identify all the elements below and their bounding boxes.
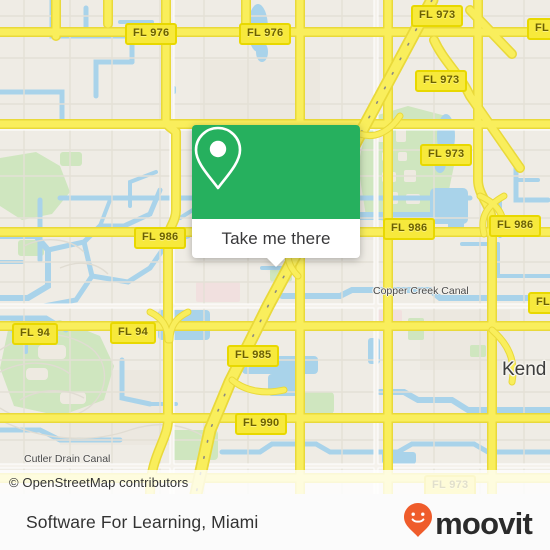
water-label-copper-creek-canal: Copper Creek Canal: [373, 285, 469, 297]
footer-bar: Software For Learning, Miami moovit: [0, 494, 550, 550]
page-title: Software For Learning, Miami: [26, 511, 259, 532]
road-shield[interactable]: FL 986: [134, 227, 187, 249]
popup-body[interactable]: Take me there: [192, 219, 360, 267]
take-me-there-button[interactable]: Take me there: [221, 230, 330, 247]
road-shield[interactable]: FL 8: [528, 292, 550, 314]
openstreetmap-attribution[interactable]: © OpenStreetMap contributors: [0, 475, 188, 490]
road-shield[interactable]: FL 986: [489, 215, 542, 237]
popup-header: [192, 125, 360, 219]
map-canvas[interactable]: FL 976 FL 976 FL 973 FL 9 FL 973 FL 973 …: [0, 0, 550, 494]
road-shield[interactable]: FL 985: [227, 345, 280, 367]
road-shield[interactable]: FL 986: [383, 218, 436, 240]
road-shield[interactable]: FL 94: [12, 323, 59, 345]
map-attribution-bar: © OpenStreetMap contributors: [0, 470, 550, 494]
water-label-cutler-drain-canal: Cutler Drain Canal: [24, 453, 111, 465]
road-shield[interactable]: FL 990: [235, 413, 288, 435]
destination-popup-card[interactable]: Take me there: [192, 125, 360, 267]
road-shield[interactable]: FL 973: [420, 144, 473, 166]
popup-pointer-tip: [266, 257, 286, 267]
road-shield[interactable]: FL 973: [415, 70, 468, 92]
road-shield[interactable]: FL 94: [110, 322, 157, 344]
moovit-map-screenshot: FL 976 FL 976 FL 973 FL 9 FL 973 FL 973 …: [0, 0, 550, 550]
moovit-wordmark: moovit: [435, 505, 533, 541]
moovit-pin-icon: [403, 502, 433, 543]
place-label-kendall: Kend: [502, 359, 547, 380]
road-shield[interactable]: FL 976: [239, 23, 292, 45]
road-shield[interactable]: FL 973: [411, 5, 464, 27]
road-shield[interactable]: FL 9: [527, 18, 550, 40]
road-shield[interactable]: FL 976: [125, 23, 178, 45]
moovit-logo[interactable]: moovit: [403, 502, 533, 543]
